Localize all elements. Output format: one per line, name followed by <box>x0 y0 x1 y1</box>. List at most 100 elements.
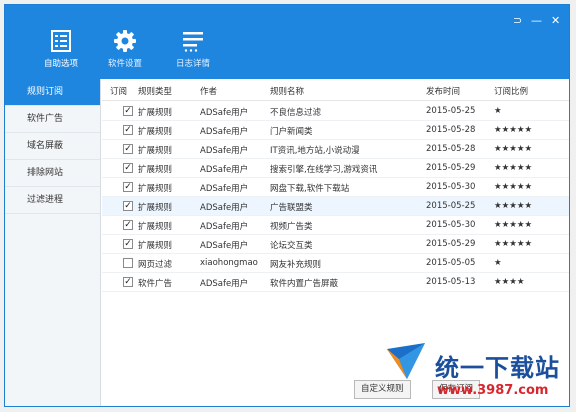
subscribe-checkbox[interactable]: ✓ <box>123 163 133 173</box>
rule-type-cell: 扩展规则 <box>138 146 173 156</box>
rule-name-cell: 不良信息过滤 <box>270 108 322 118</box>
subscribe-checkbox[interactable]: ✓ <box>123 182 133 192</box>
rule-type-cell: 扩展规则 <box>138 222 173 232</box>
sidebar-item-exclude-sites[interactable]: 排除网站 <box>5 160 100 187</box>
toolbar-settings-button[interactable]: 软件设置 <box>95 29 155 69</box>
rule-name-cell: 视频广告类 <box>270 222 313 232</box>
author-cell: ADSafe用户 <box>200 165 249 175</box>
subscribe-checkbox[interactable] <box>123 258 133 268</box>
subscribe-checkbox[interactable]: ✓ <box>123 106 133 116</box>
author-cell: ADSafe用户 <box>200 279 249 289</box>
rule-name-cell: 软件内置广告屏蔽 <box>270 279 339 289</box>
publish-date-cell: 2015-05-28 <box>426 144 476 154</box>
header-rule-name: 规则名称 <box>270 87 305 97</box>
table-row[interactable]: ✓ 扩展规则 ADSafe用户 不良信息过滤 2015-05-25 ★ <box>102 102 569 121</box>
toolbar-log-button[interactable]: 日志详情 <box>163 29 223 69</box>
rule-name-cell: 网友补充规则 <box>270 260 322 270</box>
subscribe-checkbox[interactable]: ✓ <box>123 239 133 249</box>
sidebar-item-rule-subscription[interactable]: 规则订阅 <box>5 79 100 106</box>
rule-type-cell: 扩展规则 <box>138 165 173 175</box>
watermark-logo <box>387 343 425 379</box>
publish-date-cell: 2015-05-29 <box>426 239 476 249</box>
rule-name-cell: 门户新闻类 <box>270 127 313 137</box>
rule-type-cell: 扩展规则 <box>138 184 173 194</box>
header-subscribe: 订阅 <box>110 87 128 97</box>
header-subscribe-ratio: 订阅比例 <box>494 87 529 97</box>
header-rule-type: 规则类型 <box>138 87 173 97</box>
subscribe-checkbox[interactable]: ✓ <box>123 201 133 211</box>
rule-name-cell: 搜索引擎,在线学习,游戏资讯 <box>270 165 378 175</box>
table-row[interactable]: ✓ 扩展规则 ADSafe用户 IT资讯,地方站,小说动漫 2015-05-28 ★★★★… <box>102 140 569 159</box>
author-cell: ADSafe用户 <box>200 241 249 251</box>
publish-date-cell: 2015-05-28 <box>426 125 476 135</box>
close-icon[interactable]: ✕ <box>551 15 560 26</box>
rating-stars: ★ <box>494 106 502 116</box>
publish-date-cell: 2015-05-25 <box>426 106 476 116</box>
header-author: 作者 <box>200 87 218 97</box>
rating-stars: ★★★★★ <box>494 239 533 249</box>
sidebar-item-software-ads[interactable]: 软件广告 <box>5 106 100 133</box>
author-cell: xiaohongmao <box>200 258 258 268</box>
table-row[interactable]: 网页过滤 xiaohongmao 网友补充规则 2015-05-05 ★ <box>102 254 569 273</box>
publish-date-cell: 2015-05-30 <box>426 182 476 192</box>
table-header: 订阅 规则类型 作者 规则名称 发布时间 订阅比例 <box>102 79 569 101</box>
subscribe-checkbox[interactable]: ✓ <box>123 220 133 230</box>
table-row[interactable]: ✓ 扩展规则 ADSafe用户 广告联盟类 2015-05-25 ★★★★★ <box>102 197 569 216</box>
rating-stars: ★★★★★ <box>494 125 533 135</box>
publish-date-cell: 2015-05-30 <box>426 220 476 230</box>
rating-stars: ★★★★★ <box>494 220 533 230</box>
publish-date-cell: 2015-05-29 <box>426 163 476 173</box>
table-row[interactable]: ✓ 扩展规则 ADSafe用户 网盘下载,软件下载站 2015-05-30 ★★★★★ <box>102 178 569 197</box>
table-row[interactable]: ✓ 扩展规则 ADSafe用户 论坛交互类 2015-05-29 ★★★★★ <box>102 235 569 254</box>
rating-stars: ★★★★★ <box>494 201 533 211</box>
top-toolbar: ⊃ — ✕ 自助选项 软件设置 日志详情 <box>5 5 569 79</box>
sidebar: 规则订阅 软件广告 域名屏蔽 排除网站 过滤进程 <box>5 79 101 406</box>
custom-rule-button[interactable]: 自定义规则 <box>354 380 411 399</box>
table-row[interactable]: ✓ 软件广告 ADSafe用户 软件内置广告屏蔽 2015-05-13 ★★★★ <box>102 273 569 292</box>
list-icon <box>51 30 71 52</box>
rule-name-cell: 论坛交互类 <box>270 241 313 251</box>
publish-date-cell: 2015-05-25 <box>426 201 476 211</box>
author-cell: ADSafe用户 <box>200 222 249 232</box>
rule-type-cell: 扩展规则 <box>138 108 173 118</box>
rule-type-cell: 网页过滤 <box>138 260 173 270</box>
rating-stars: ★★★★★ <box>494 163 533 173</box>
subscribe-checkbox[interactable]: ✓ <box>123 277 133 287</box>
watermark-url: www.3987.com <box>437 383 549 398</box>
author-cell: ADSafe用户 <box>200 146 249 156</box>
table-row[interactable]: ✓ 扩展规则 ADSafe用户 视频广告类 2015-05-30 ★★★★★ <box>102 216 569 235</box>
restore-icon[interactable]: ⊃ <box>513 15 522 26</box>
toolbar-settings-label: 软件设置 <box>107 59 142 69</box>
subscribe-checkbox[interactable]: ✓ <box>123 144 133 154</box>
toolbar-self-service-label: 自助选项 <box>43 59 78 69</box>
table-row[interactable]: ✓ 扩展规则 ADSafe用户 搜索引擎,在线学习,游戏资讯 2015-05-29 ★★★… <box>102 159 569 178</box>
rule-type-cell: 软件广告 <box>138 279 173 289</box>
minimize-icon[interactable]: — <box>531 15 542 26</box>
app-window: ⊃ — ✕ 自助选项 软件设置 日志详情 规则订阅 软件广告 域名屏蔽 排除网站… <box>4 4 570 407</box>
gear-icon <box>114 30 136 52</box>
publish-date-cell: 2015-05-05 <box>426 258 476 268</box>
author-cell: ADSafe用户 <box>200 184 249 194</box>
header-publish-date: 发布时间 <box>426 87 461 97</box>
rating-stars: ★★★★★ <box>494 182 533 192</box>
rule-name-cell: IT资讯,地方站,小说动漫 <box>270 146 360 156</box>
author-cell: ADSafe用户 <box>200 203 249 213</box>
rating-stars: ★ <box>494 258 502 268</box>
rule-name-cell: 网盘下载,软件下载站 <box>270 184 350 194</box>
toolbar-self-service-button[interactable]: 自助选项 <box>31 29 91 69</box>
author-cell: ADSafe用户 <box>200 127 249 137</box>
rating-stars: ★★★★ <box>494 277 525 287</box>
rule-type-cell: 扩展规则 <box>138 127 173 137</box>
rule-type-cell: 扩展规则 <box>138 241 173 251</box>
author-cell: ADSafe用户 <box>200 108 249 118</box>
rating-stars: ★★★★★ <box>494 144 533 154</box>
toolbar-log-label: 日志详情 <box>175 59 210 69</box>
table-row[interactable]: ✓ 扩展规则 ADSafe用户 门户新闻类 2015-05-28 ★★★★★ <box>102 121 569 140</box>
subscribe-checkbox[interactable]: ✓ <box>123 125 133 135</box>
watermark-title: 统一下载站 <box>435 354 560 382</box>
rule-type-cell: 扩展规则 <box>138 203 173 213</box>
sidebar-item-filter-process[interactable]: 过滤进程 <box>5 187 100 214</box>
log-icon <box>183 32 203 52</box>
sidebar-item-domain-block[interactable]: 域名屏蔽 <box>5 133 100 160</box>
publish-date-cell: 2015-05-13 <box>426 277 476 287</box>
